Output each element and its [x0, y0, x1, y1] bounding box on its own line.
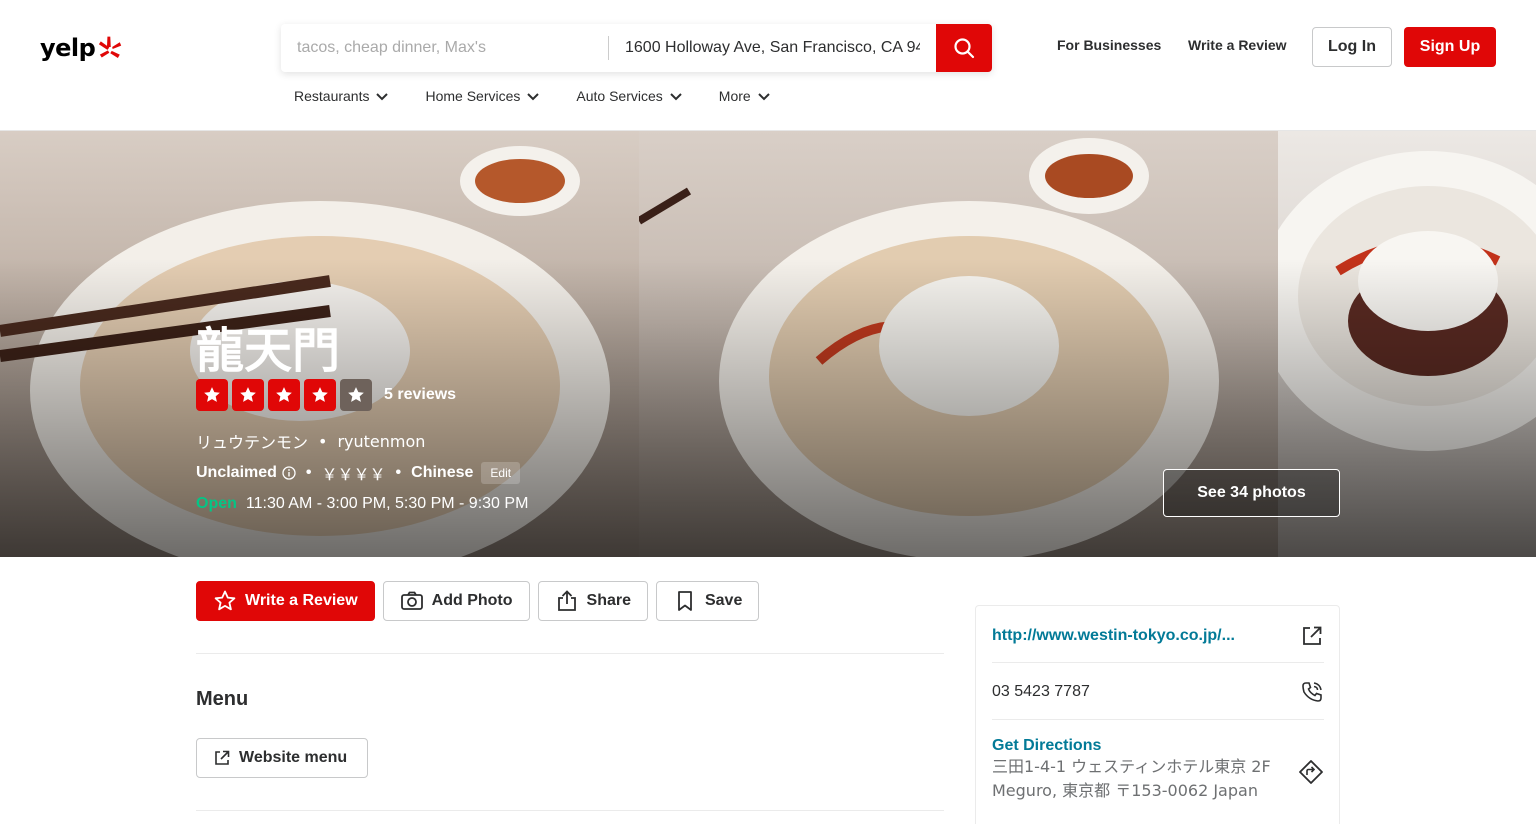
yelp-logo[interactable]: yelp — [40, 30, 122, 66]
button-label: Website menu — [239, 749, 348, 766]
category-home-services[interactable]: Home Services — [425, 88, 540, 104]
photo-hero: 龍天門 5 reviews リュウテンモン • ryutenmon Unclai… — [0, 131, 1536, 557]
button-label: Write a Review — [245, 592, 358, 609]
category-label: More — [718, 88, 751, 104]
star-filled-icon — [232, 379, 264, 411]
section-divider — [196, 653, 944, 654]
get-directions-link[interactable]: Get Directions — [992, 737, 1271, 755]
website-menu-button[interactable]: Website menu — [196, 738, 368, 778]
category-auto-services[interactable]: Auto Services — [576, 88, 682, 104]
website-row: http://www.westin-tokyo.co.jp/... — [992, 624, 1324, 648]
menu-section-title: Menu — [196, 688, 249, 710]
star-outline-icon — [214, 590, 236, 611]
add-photo-button[interactable]: Add Photo — [382, 581, 530, 621]
website-link[interactable]: http://www.westin-tokyo.co.jp/... — [992, 627, 1235, 645]
chevron-down-icon — [670, 93, 682, 101]
share-icon — [557, 590, 576, 611]
action-bar: Write a Review Add Photo Share Save — [196, 581, 767, 621]
star-filled-icon — [304, 379, 336, 411]
address-line-2: Meguro, 東京都 〒153-0062 Japan — [992, 781, 1258, 800]
section-divider — [196, 810, 944, 811]
share-button[interactable]: Share — [537, 581, 648, 621]
chevron-down-icon — [757, 93, 770, 101]
write-review-link[interactable]: Write a Review — [1188, 37, 1287, 53]
burst-icon — [99, 36, 122, 58]
open-status: Open — [196, 495, 237, 512]
phone-row: 03 5423 7787 — [992, 680, 1324, 704]
chevron-down-icon — [376, 93, 389, 101]
logo-wordmark: yelp — [40, 34, 96, 62]
info-divider — [992, 719, 1324, 720]
info-divider — [992, 662, 1324, 663]
camera-icon — [400, 591, 423, 610]
search-icon — [954, 38, 975, 59]
write-review-button[interactable]: Write a Review — [196, 581, 375, 621]
bookmark-icon — [678, 591, 692, 611]
separator-dot: • — [318, 431, 328, 451]
separator-dot: • — [395, 464, 402, 481]
review-count[interactable]: 5 reviews — [384, 386, 456, 404]
save-button[interactable]: Save — [655, 581, 760, 621]
phone-icon[interactable] — [1300, 680, 1324, 704]
business-name: 龍天門 — [196, 323, 341, 379]
directions-row: Get Directions 三田1-4-1 ウェスティンホテル東京 2F Me… — [992, 737, 1324, 803]
hours-row: Open 11:30 AM - 3:00 PM, 5:30 PM - 9:30 … — [196, 495, 528, 513]
alt-name-roman: ryutenmon — [337, 431, 426, 451]
directions-icon[interactable] — [1298, 759, 1324, 785]
alt-name-kana: リュウテンモン — [196, 433, 309, 452]
separator-dot: • — [305, 464, 312, 481]
category-nav: Restaurants Home Services Auto Services … — [294, 88, 807, 104]
chevron-down-icon — [527, 93, 540, 101]
site-header: yelp For Businesses Write a Review Log I… — [0, 0, 1536, 131]
category-link[interactable]: Chinese — [411, 464, 473, 482]
hours-text: 11:30 AM - 3:00 PM, 5:30 PM - 9:30 PM — [245, 495, 529, 512]
alternate-names: リュウテンモン • ryutenmon — [196, 429, 425, 453]
address-line-1: 三田1-4-1 ウェスティンホテル東京 2F — [992, 757, 1271, 776]
see-all-photos-button[interactable]: See 34 photos — [1163, 469, 1340, 517]
edit-category-button[interactable]: Edit — [481, 462, 521, 484]
star-filled-icon — [268, 379, 300, 411]
search-location-input[interactable] — [609, 24, 936, 72]
category-restaurants[interactable]: Restaurants — [294, 88, 389, 104]
phone-number: 03 5423 7787 — [992, 683, 1090, 700]
button-label: Add Photo — [431, 592, 513, 609]
search-button[interactable] — [936, 24, 992, 72]
search-find-input[interactable] — [281, 24, 608, 72]
for-businesses-link[interactable]: For Businesses — [1057, 37, 1161, 53]
price-level: ￥￥￥￥ — [321, 465, 386, 484]
business-meta: Unclaimed • ￥￥￥￥ • Chinese Edit — [196, 461, 521, 485]
star-rating — [196, 379, 376, 411]
search-bar — [281, 24, 992, 72]
category-label: Auto Services — [576, 88, 663, 104]
directions-block: Get Directions 三田1-4-1 ウェスティンホテル東京 2F Me… — [992, 737, 1271, 803]
category-label: Restaurants — [294, 88, 370, 104]
category-label: Home Services — [425, 88, 521, 104]
info-icon[interactable] — [282, 466, 296, 480]
login-button[interactable]: Log In — [1312, 27, 1392, 67]
category-more[interactable]: More — [719, 88, 771, 104]
star-filled-icon — [196, 379, 228, 411]
button-label: Save — [704, 592, 743, 609]
button-label: Share — [586, 592, 631, 609]
signup-button[interactable]: Sign Up — [1404, 27, 1496, 67]
external-link-icon[interactable] — [1300, 624, 1324, 648]
star-empty-icon — [340, 379, 372, 411]
external-link-icon — [215, 750, 230, 765]
claim-status: Unclaimed — [196, 464, 277, 481]
business-info-card: http://www.westin-tokyo.co.jp/... 03 542… — [975, 605, 1340, 824]
